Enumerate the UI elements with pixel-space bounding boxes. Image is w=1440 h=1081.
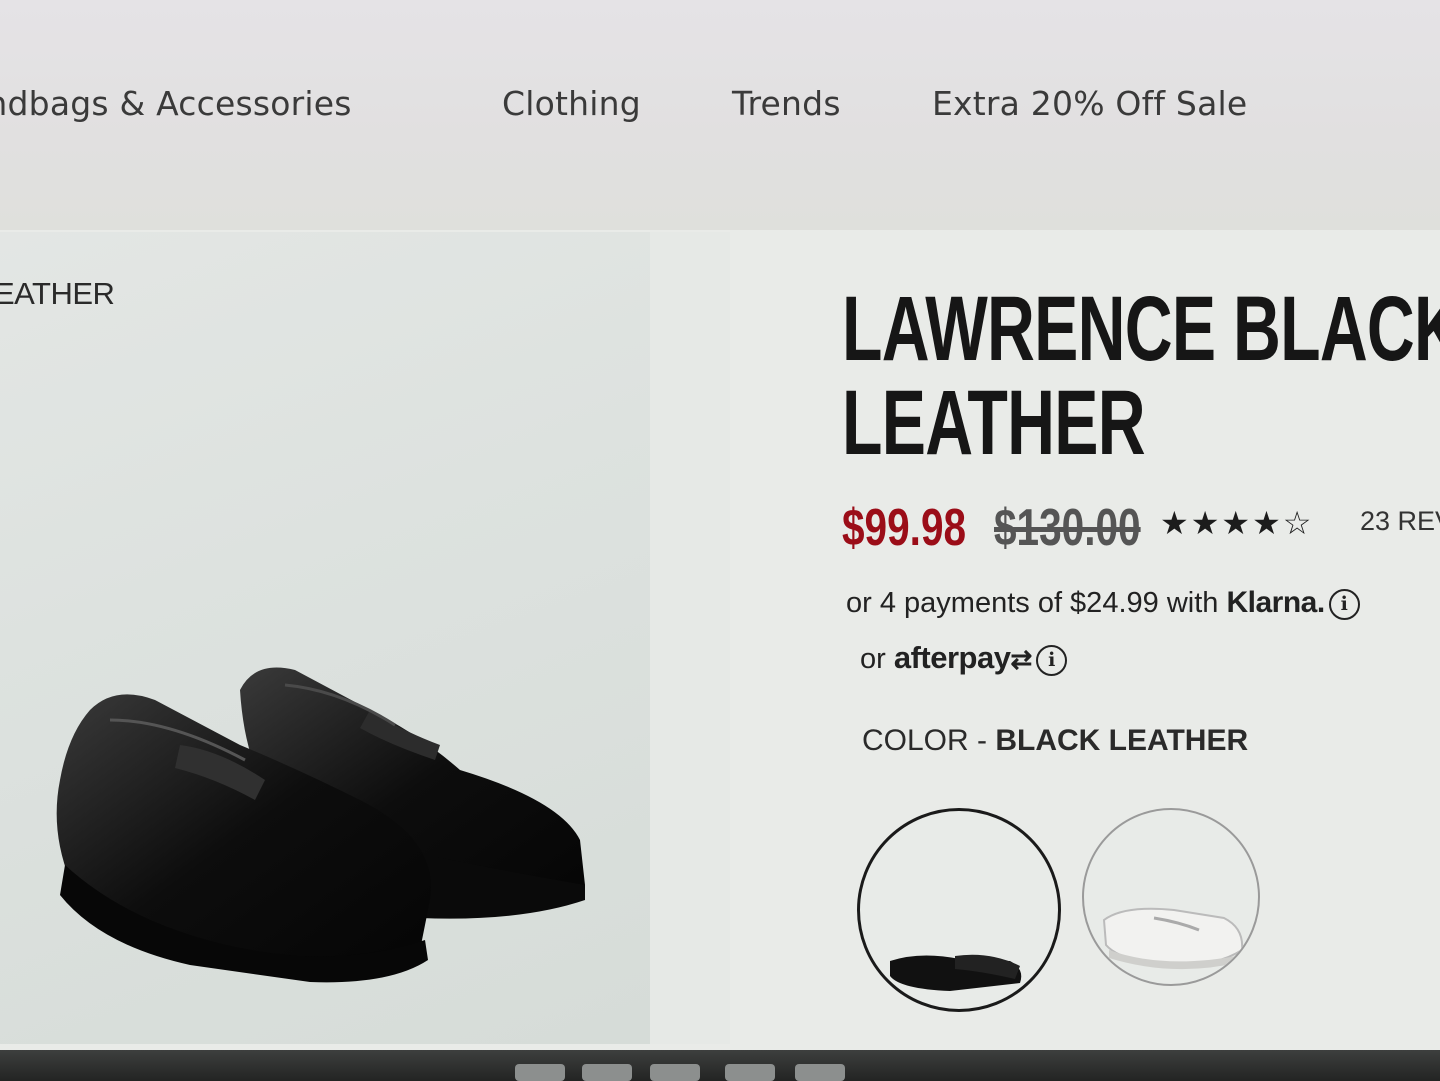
review-count-link[interactable]: 23 REV <box>1360 506 1440 537</box>
color-label: COLOR - <box>862 724 996 757</box>
sale-price: $99.98 <box>842 499 967 557</box>
info-icon[interactable]: i <box>1328 588 1360 620</box>
star-rating[interactable]: ★★★★☆ <box>1160 504 1313 542</box>
afterpay-arrows-icon: ⇄ <box>1010 644 1033 674</box>
klarna-payment-line: or 4 payments of $24.99 with Klarna. i <box>846 586 1360 620</box>
star-filled-icon: ★ <box>1252 505 1283 541</box>
nav-item-sale[interactable]: Extra 20% Off Sale <box>932 84 1247 123</box>
black-loafer-thumbnail <box>890 954 1022 991</box>
nav-item-clothing[interactable]: Clothing <box>502 84 641 123</box>
taskbar-app-icon[interactable] <box>725 1064 775 1081</box>
star-filled-icon: ★ <box>1221 505 1253 541</box>
top-navigation: andbags & Accessories Clothing Trends Ex… <box>0 0 1440 230</box>
nav-item-handbags-accessories[interactable]: andbags & Accessories <box>0 84 352 123</box>
product-title-line-1: LAWRENCE BLACK <box>842 278 1440 380</box>
afterpay-payment-line: or afterpay⇄ i <box>860 640 1068 676</box>
afterpay-prefix: or <box>860 643 886 675</box>
star-filled-icon: ★ <box>1190 505 1222 541</box>
white-loafer-thumbnail <box>1102 907 1244 970</box>
info-icon[interactable]: i <box>1036 644 1068 676</box>
star-empty-icon: ☆ <box>1282 505 1314 541</box>
star-filled-icon: ★ <box>1160 505 1191 541</box>
color-swatch-white-leather[interactable] <box>1082 808 1260 986</box>
product-image[interactable] <box>40 650 600 990</box>
gallery-caption: EATHER <box>0 276 115 311</box>
product-title: LAWRENCE BLACK LEATHER <box>842 278 1440 474</box>
taskbar-app-icon[interactable] <box>515 1064 565 1081</box>
color-swatch-black-leather[interactable] <box>857 808 1061 1012</box>
gallery-edge <box>650 232 730 1044</box>
klarna-text: or 4 payments of $24.99 with <box>846 587 1219 619</box>
original-price: $130.00 <box>994 499 1141 557</box>
color-value: BLACK LEATHER <box>995 724 1249 757</box>
taskbar-app-icon[interactable] <box>582 1064 632 1081</box>
taskbar <box>0 1050 1440 1081</box>
afterpay-logo: afterpay <box>893 640 1011 675</box>
taskbar-app-icon[interactable] <box>795 1064 845 1081</box>
product-title-line-2: LEATHER <box>842 372 1146 474</box>
klarna-logo: Klarna. <box>1226 586 1325 619</box>
taskbar-app-icon[interactable] <box>650 1064 700 1081</box>
nav-item-trends[interactable]: Trends <box>732 84 841 123</box>
color-selection-label: COLOR - BLACK LEATHER <box>862 724 1248 758</box>
